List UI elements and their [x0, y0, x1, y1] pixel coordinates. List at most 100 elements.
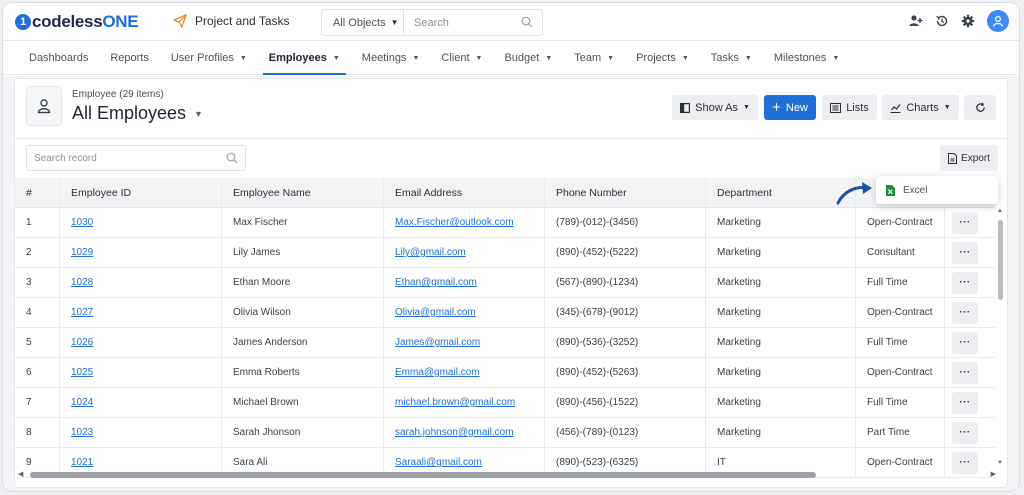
history-icon[interactable]	[935, 14, 949, 28]
email-link[interactable]: Lily@gmail.com	[395, 247, 466, 258]
row-number: 1	[15, 208, 60, 237]
gear-icon[interactable]	[961, 14, 975, 28]
column-header-employee-id[interactable]: Employee ID	[60, 178, 222, 207]
vertical-scroll-thumb[interactable]	[998, 220, 1003, 300]
email-link[interactable]: Emma@gmail.com	[395, 367, 480, 378]
table-row[interactable]: 2 1029 Lily James Lily@gmail.com (890)-(452)…	[15, 238, 995, 268]
row-more-button[interactable]: ···	[952, 301, 978, 324]
object-search-bar: All Objects ▼ Search	[321, 9, 543, 36]
nav-item-reports[interactable]: Reports	[110, 42, 149, 75]
row-more-button[interactable]: ···	[952, 271, 978, 294]
employee-id-link[interactable]: 1029	[71, 247, 93, 258]
employee-id-link[interactable]: 1023	[71, 427, 93, 438]
nav-item-client[interactable]: Client ▼	[441, 42, 482, 75]
email-link[interactable]: sarah.johnson@gmail.com	[395, 427, 514, 438]
scroll-up-icon[interactable]: ▲	[997, 208, 1003, 214]
export-button[interactable]: Export	[940, 145, 998, 171]
email-link[interactable]: Ethan@gmail.com	[395, 277, 477, 288]
table-row[interactable]: 7 1024 Michael Brown michael.brown@gmail.co…	[15, 388, 995, 418]
table-row[interactable]: 8 1023 Sarah Jhonson sarah.johnson@gmail.co…	[15, 418, 995, 448]
employee-id-link[interactable]: 1024	[71, 397, 93, 408]
email-link[interactable]: Olivia@gmail.com	[395, 307, 476, 318]
view-title[interactable]: All Employees ▼	[72, 103, 203, 124]
employee-id-link[interactable]: 1021	[71, 457, 93, 468]
employment-type-cell: Consultant	[856, 238, 945, 267]
row-more-button[interactable]: ···	[952, 361, 978, 384]
user-avatar[interactable]	[987, 10, 1009, 32]
export-excel-option[interactable]: Excel	[903, 185, 927, 196]
row-more-button[interactable]: ···	[952, 421, 978, 444]
row-actions-cell: ···	[945, 238, 985, 267]
column-header-employee-name[interactable]: Employee Name	[222, 178, 384, 207]
caret-down-icon: ▼	[742, 104, 750, 111]
view-icon-box	[26, 86, 62, 126]
email-link[interactable]: Max.Fischer@outlook.com	[395, 217, 514, 228]
logo[interactable]: 1 codeless ONE	[15, 12, 139, 32]
row-more-button[interactable]: ···	[952, 241, 978, 264]
table-row[interactable]: 1 1030 Max Fischer Max.Fischer@outlook.com (…	[15, 208, 995, 238]
employee-id-link[interactable]: 1030	[71, 217, 93, 228]
nav-item-team[interactable]: Team ▼	[574, 42, 614, 75]
callout-arrow-icon	[836, 182, 872, 205]
table-row[interactable]: 5 1026 James Anderson James@gmail.com (890)-…	[15, 328, 995, 358]
phone-cell: (567)-(890)-(1234)	[545, 268, 706, 297]
object-select[interactable]: All Objects ▼	[322, 10, 404, 35]
file-icon	[948, 152, 958, 164]
caret-down-icon: ▼	[545, 54, 553, 62]
app-title[interactable]: Project and Tasks	[173, 14, 290, 28]
table-row[interactable]: 6 1025 Emma Roberts Emma@gmail.com (890)-(45…	[15, 358, 995, 388]
refresh-button[interactable]	[964, 95, 996, 120]
column-header-email[interactable]: Email Address	[384, 178, 545, 207]
row-more-button[interactable]: ···	[952, 391, 978, 414]
nav-item-employees[interactable]: Employees ▼	[262, 42, 346, 75]
table-row[interactable]: 4 1027 Olivia Wilson Olivia@gmail.com (345)-…	[15, 298, 995, 328]
email-link[interactable]: James@gmail.com	[395, 337, 480, 348]
horizontal-scroll-thumb[interactable]	[30, 472, 816, 478]
column-header-phone[interactable]: Phone Number	[545, 178, 706, 207]
global-search-input[interactable]: Search	[404, 10, 542, 35]
employment-type-cell: Open-Contract	[856, 358, 945, 387]
email-cell: Emma@gmail.com	[384, 358, 545, 387]
nav-item-projects[interactable]: Projects ▼	[636, 42, 689, 75]
scroll-left-icon[interactable]: ◀	[18, 470, 23, 478]
caret-down-icon: ▼	[475, 54, 483, 62]
nav-item-label: Milestones	[773, 52, 827, 64]
row-more-button[interactable]: ···	[952, 211, 978, 234]
department-cell: Marketing	[706, 268, 856, 297]
nav-item-tasks[interactable]: Tasks ▼	[711, 42, 752, 75]
employee-id-link[interactable]: 1025	[71, 367, 93, 378]
nav-item-meetings[interactable]: Meetings ▼	[362, 42, 420, 75]
nav-item-label: Employees	[268, 52, 327, 64]
employment-type-cell: Full Time	[856, 268, 945, 297]
add-user-icon[interactable]	[909, 14, 923, 28]
employee-id-link[interactable]: 1028	[71, 277, 93, 288]
export-label: Export	[961, 152, 990, 164]
employee-id-cell: 1025	[60, 358, 222, 387]
nav-item-label: Client	[441, 52, 470, 64]
nav-item-dashboards[interactable]: Dashboards	[29, 42, 88, 75]
scroll-down-icon[interactable]: ▼	[997, 460, 1003, 466]
row-more-button[interactable]: ···	[952, 331, 978, 354]
table-row[interactable]: 3 1028 Ethan Moore Ethan@gmail.com (567)-(89…	[15, 268, 995, 298]
phone-cell: (456)-(789)-(0123)	[545, 418, 706, 447]
horizontal-scrollbar[interactable]: ◀ ▶	[18, 470, 996, 480]
nav-item-milestones[interactable]: Milestones ▼	[774, 42, 840, 75]
employee-id-link[interactable]: 1026	[71, 337, 93, 348]
email-link[interactable]: Saraali@gmail.com	[395, 457, 482, 468]
row-number: 8	[15, 418, 60, 447]
record-search-input[interactable]: Search record	[26, 145, 246, 171]
new-button[interactable]: + New	[764, 95, 816, 120]
vertical-scrollbar[interactable]: ▲ ▼	[997, 208, 1005, 470]
scroll-right-icon[interactable]: ▶	[991, 470, 996, 478]
employee-id-cell: 1030	[60, 208, 222, 237]
show-as-button[interactable]: Show As ▼	[672, 95, 758, 120]
email-link[interactable]: michael.brown@gmail.com	[395, 397, 515, 408]
employee-id-link[interactable]: 1027	[71, 307, 93, 318]
charts-button[interactable]: Charts ▼	[882, 95, 959, 120]
nav-item-user-profiles[interactable]: User Profiles ▼	[171, 42, 247, 75]
lists-button[interactable]: Lists	[822, 95, 877, 120]
column-header-number[interactable]: #	[15, 178, 60, 207]
email-cell: Lily@gmail.com	[384, 238, 545, 267]
nav-item-budget[interactable]: Budget ▼	[504, 42, 552, 75]
employee-name-cell: James Anderson	[222, 328, 384, 357]
